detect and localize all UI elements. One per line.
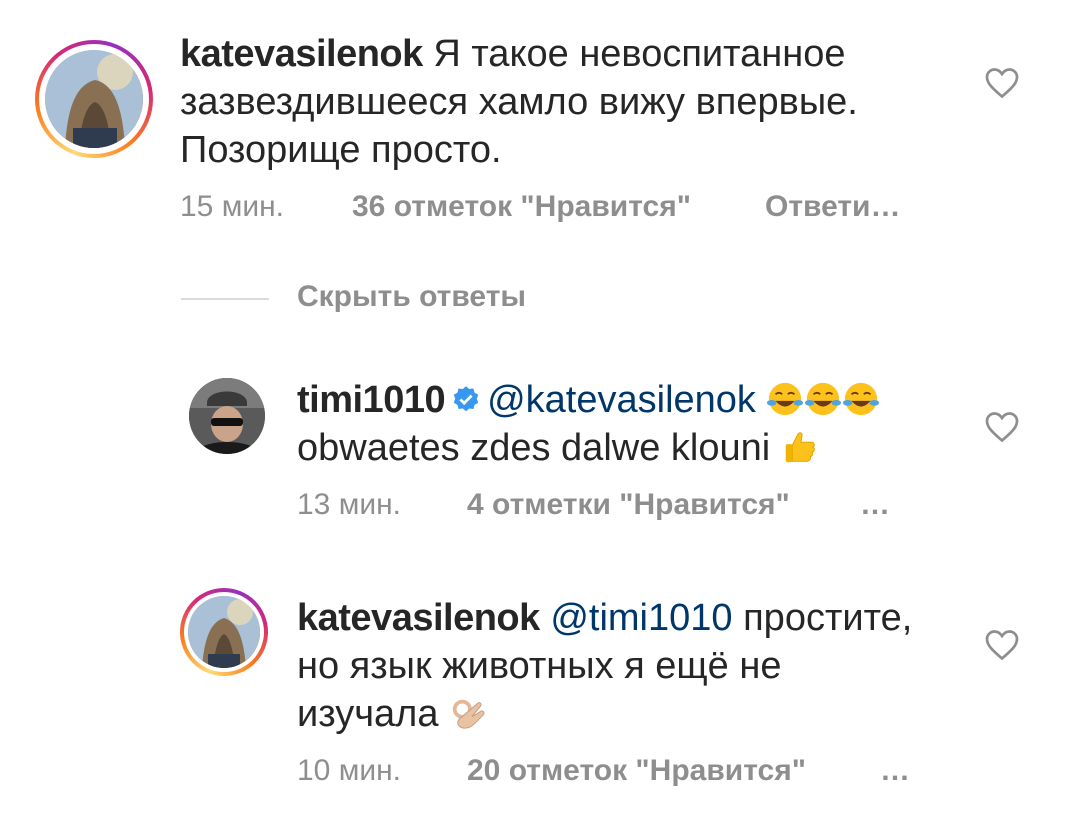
comment-body-line2: но язык животных я ещё не bbox=[297, 645, 782, 687]
avatar[interactable] bbox=[180, 588, 268, 676]
comment-text: katevasilenok @timi1010 простите, но язы… bbox=[297, 594, 977, 738]
comment-body-line1: простите, bbox=[743, 597, 913, 639]
comment-meta: 10 мин. 20 отметок "Нравится" … bbox=[297, 754, 917, 794]
comment-meta: 15 мин. 36 отметок "Нравится" Ответи… bbox=[180, 190, 940, 230]
mention-link[interactable]: @timi1010 bbox=[550, 597, 732, 639]
thumbs-up-emoji bbox=[785, 432, 815, 463]
heart-outline-icon[interactable] bbox=[984, 628, 1020, 662]
face-with-tears-of-joy-emoji bbox=[805, 382, 842, 416]
comment-body: obwaetes zdes dalwe klouni bbox=[297, 427, 771, 469]
ok-hand-emoji bbox=[452, 699, 485, 729]
comment-text: timi1010 @katevasilenok obwaetes zdes da… bbox=[297, 376, 977, 472]
timestamp: 10 мин. bbox=[297, 754, 401, 787]
reply-button[interactable]: Ответи… bbox=[765, 190, 901, 224]
heart-outline-icon[interactable] bbox=[984, 410, 1020, 444]
likes-count[interactable]: 20 отметок "Нравится" bbox=[467, 754, 806, 788]
heart-outline-icon[interactable] bbox=[984, 66, 1020, 100]
likes-count[interactable]: 36 отметок "Нравится" bbox=[352, 190, 691, 224]
avatar[interactable] bbox=[35, 40, 153, 158]
comment-meta: 13 мин. 4 отметки "Нравится" … bbox=[297, 488, 897, 528]
more-options-button[interactable]: … bbox=[860, 488, 890, 522]
username[interactable]: timi1010 bbox=[297, 379, 446, 421]
verified-badge-icon bbox=[453, 386, 479, 412]
face-with-tears-of-joy-emoji bbox=[843, 382, 880, 416]
divider-line bbox=[181, 298, 269, 300]
hide-replies-button[interactable]: Скрыть ответы bbox=[297, 280, 526, 314]
username[interactable]: katevasilenok bbox=[297, 597, 540, 639]
more-options-button[interactable]: … bbox=[880, 754, 910, 788]
likes-count[interactable]: 4 отметки "Нравится" bbox=[467, 488, 790, 522]
timestamp: 13 мин. bbox=[297, 488, 401, 521]
comment-text: katevasilenok Я такое невоспитанное зазв… bbox=[180, 30, 940, 174]
username[interactable]: katevasilenok bbox=[180, 33, 423, 75]
timestamp: 15 мин. bbox=[180, 190, 284, 223]
avatar[interactable] bbox=[189, 378, 265, 454]
mention-link[interactable]: @katevasilenok bbox=[487, 379, 756, 421]
face-with-tears-of-joy-emoji bbox=[767, 382, 804, 416]
comment-body-line3: изучала bbox=[297, 693, 439, 735]
